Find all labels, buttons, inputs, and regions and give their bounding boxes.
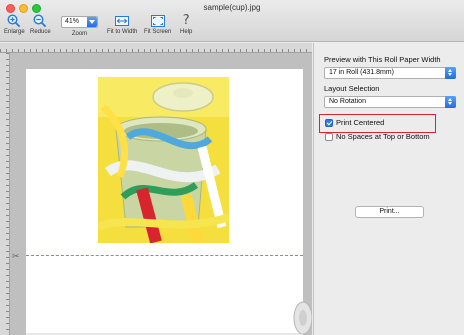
settings-panel: Preview with This Roll Paper Width 17 in… bbox=[313, 43, 464, 335]
toolbar: sample(cup).jpg Enlarge Reduce 41% Zoom bbox=[0, 0, 464, 42]
enlarge-button[interactable]: Enlarge bbox=[4, 14, 25, 35]
fit-screen-button[interactable]: Fit Screen bbox=[144, 14, 171, 35]
layout-value: No Rotation bbox=[329, 98, 366, 105]
scissors-icon: ✂ bbox=[12, 251, 20, 261]
fit-screen-icon bbox=[150, 15, 165, 27]
chevron-updown-icon bbox=[445, 67, 456, 79]
horizontal-ruler bbox=[0, 43, 312, 53]
fit-screen-label: Fit Screen bbox=[144, 29, 172, 35]
layout-select[interactable]: No Rotation bbox=[324, 96, 456, 108]
reduce-button[interactable]: Reduce bbox=[30, 14, 51, 35]
no-spaces-label: No Spaces at Top or Bottom bbox=[336, 132, 430, 141]
window-title: sample(cup).jpg bbox=[203, 3, 261, 12]
help-icon: ? bbox=[182, 13, 190, 28]
zoom-value: 41% bbox=[65, 18, 80, 25]
roll-width-label: Preview with This Roll Paper Width bbox=[324, 55, 441, 64]
zoom-in-icon bbox=[7, 14, 21, 28]
no-spaces-checkbox[interactable] bbox=[325, 133, 333, 141]
zoom-select[interactable]: 41% bbox=[61, 16, 98, 28]
fit-to-width-label: Fit to Width bbox=[107, 29, 138, 35]
zoom-out-icon bbox=[33, 14, 47, 28]
reduce-label: Reduce bbox=[30, 29, 51, 35]
paper-roll-end bbox=[26, 301, 312, 335]
print-centered-label: Print Centered bbox=[336, 118, 385, 127]
chevron-down-icon bbox=[87, 17, 97, 27]
print-centered-checkbox[interactable] bbox=[325, 119, 333, 127]
roll-width-select[interactable]: 17 in Roll (431.8mm) bbox=[324, 67, 456, 79]
roll-width-value: 17 in Roll (431.8mm) bbox=[329, 69, 394, 76]
enlarge-label: Enlarge bbox=[4, 29, 25, 35]
preview-area[interactable]: ✂ bbox=[0, 43, 312, 335]
cut-line bbox=[26, 255, 303, 256]
vertical-ruler bbox=[0, 53, 10, 335]
help-button[interactable]: ? Help bbox=[180, 13, 193, 36]
print-preview-window: sample(cup).jpg Enlarge Reduce 41% Zoom bbox=[0, 0, 464, 335]
fit-width-icon bbox=[115, 16, 130, 26]
print-button[interactable]: Print... bbox=[355, 206, 424, 218]
image-preview bbox=[98, 77, 229, 243]
zoom-label: Zoom bbox=[71, 31, 88, 37]
layout-selection-label: Layout Selection bbox=[324, 84, 380, 93]
chevron-updown-icon bbox=[445, 96, 456, 108]
fit-to-width-button[interactable]: Fit to Width bbox=[107, 14, 137, 35]
help-label: Help bbox=[180, 29, 193, 35]
